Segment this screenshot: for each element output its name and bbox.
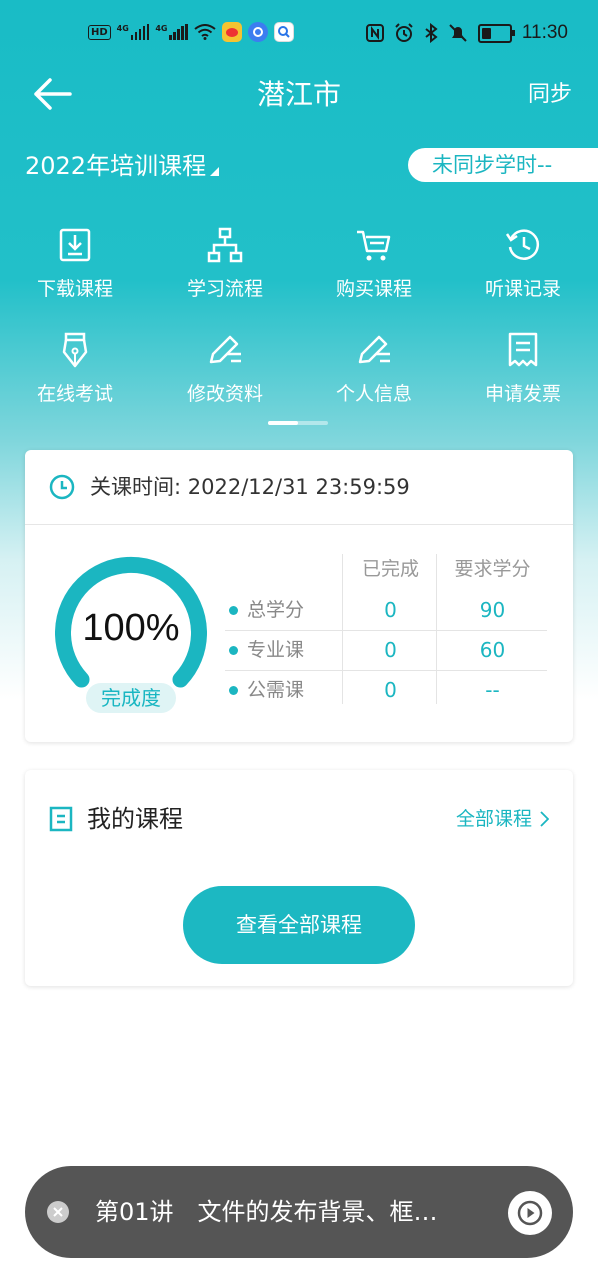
chevron-right-icon [540, 811, 549, 827]
clock-time: 11:30 [521, 22, 568, 43]
status-bar: HD 4G 4G 11:30 [0, 0, 598, 70]
column-header-required: 要求学分 [454, 558, 531, 580]
table-row: 公需课 0 -- [225, 670, 547, 710]
completed-value: 0 [384, 638, 397, 662]
shortcut-label: 在线考试 [36, 383, 113, 405]
shortcut-listening-history[interactable]: 听课记录 [448, 225, 598, 303]
shortcut-label: 修改资料 [186, 383, 263, 405]
table-row: 专业课 0 60 [225, 630, 547, 671]
shortcut-label: 下载课程 [36, 278, 113, 300]
row-label: 专业课 [247, 639, 305, 661]
bullet-dot [229, 686, 238, 695]
column-divider [342, 554, 343, 704]
my-courses-title: 我的课程 [87, 805, 183, 833]
edit-icon [358, 335, 390, 364]
shortcut-buy-courses[interactable]: 购买课程 [299, 225, 449, 303]
browser-icon [247, 22, 268, 42]
shortcut-label: 学习流程 [186, 278, 263, 300]
completed-value: 0 [384, 598, 397, 622]
download-icon [59, 228, 91, 262]
signal-icon: 4G [117, 24, 150, 40]
edit-icon [209, 335, 241, 364]
shortcut-label: 个人信息 [335, 383, 412, 405]
close-time-row: 关课时间: 2022/12/31 23:59:59 [25, 450, 573, 525]
search-app-icon [273, 22, 294, 42]
completion-label: 完成度 [86, 683, 176, 713]
year-selector[interactable]: 2022年培训课程 [25, 148, 220, 184]
completion-percent: 100% [82, 607, 180, 649]
shortcut-download-courses[interactable]: 下载课程 [0, 225, 150, 303]
invoice-icon [508, 332, 538, 367]
hd-icon: HD [88, 24, 111, 40]
shortcut-label: 申请发票 [484, 383, 561, 405]
cart-icon [357, 230, 391, 261]
document-icon [49, 806, 73, 832]
status-right: 11:30 [365, 22, 568, 44]
my-courses-card: 我的课程 全部课程 查看全部课程 [25, 770, 573, 986]
row-label: 公需课 [247, 679, 305, 701]
required-value: -- [485, 678, 500, 702]
mini-player[interactable]: 第01讲 文件的发布背景、框… [25, 1166, 573, 1258]
bluetooth-icon [425, 23, 438, 43]
column-header-completed: 已完成 [361, 558, 419, 580]
battery-icon [477, 23, 515, 43]
close-icon[interactable] [47, 1201, 69, 1223]
shortcut-online-exam[interactable]: 在线考试 [0, 330, 150, 408]
pen-nib-icon [62, 332, 88, 368]
shortcut-apply-invoice[interactable]: 申请发票 [448, 330, 598, 408]
bullet-dot [229, 606, 238, 615]
mute-icon [449, 24, 467, 42]
nfc-icon [365, 24, 384, 42]
shortcut-label: 听课记录 [484, 278, 561, 300]
sync-button[interactable]: 同步 [528, 78, 572, 112]
required-value: 60 [479, 638, 506, 662]
completed-value: 0 [384, 678, 397, 702]
shortcut-label: 购买课程 [335, 278, 412, 300]
now-playing-title[interactable]: 第01讲 文件的发布背景、框… [95, 1194, 438, 1230]
bullet-dot [229, 646, 238, 655]
page-title: 潜江市 [256, 78, 341, 111]
unsynced-hours-badge[interactable]: 未同步学时-- [408, 148, 598, 182]
wifi-icon [194, 24, 216, 40]
status-left: HD 4G 4G [88, 22, 294, 42]
dropdown-caret-icon [210, 166, 220, 176]
play-icon[interactable] [508, 1191, 552, 1235]
view-all-courses-button[interactable]: 查看全部课程 [183, 886, 415, 964]
history-icon [505, 229, 539, 260]
table-row: 总学分 0 90 [225, 590, 547, 631]
all-courses-link[interactable]: 全部课程 [456, 804, 549, 834]
clock-icon [49, 474, 75, 500]
shortcut-study-flow[interactable]: 学习流程 [150, 225, 300, 303]
close-time-text: 关课时间: 2022/12/31 23:59:59 [90, 475, 410, 499]
shortcut-personal-info[interactable]: 个人信息 [299, 330, 449, 408]
all-courses-label: 全部课程 [455, 808, 532, 830]
flowchart-icon [207, 227, 243, 263]
signal-icon: 4G [155, 24, 188, 40]
shortcut-edit-profile[interactable]: 修改资料 [150, 330, 300, 408]
progress-card: 关课时间: 2022/12/31 23:59:59 100% 完成度 已完成 要… [25, 450, 573, 742]
alarm-icon [395, 23, 413, 42]
page-indicator [268, 421, 328, 425]
row-label: 总学分 [247, 599, 305, 621]
year-selector-label: 2022年培训课程 [25, 152, 207, 180]
weibo-icon [221, 22, 242, 42]
column-divider [436, 554, 437, 704]
required-value: 90 [479, 598, 506, 622]
